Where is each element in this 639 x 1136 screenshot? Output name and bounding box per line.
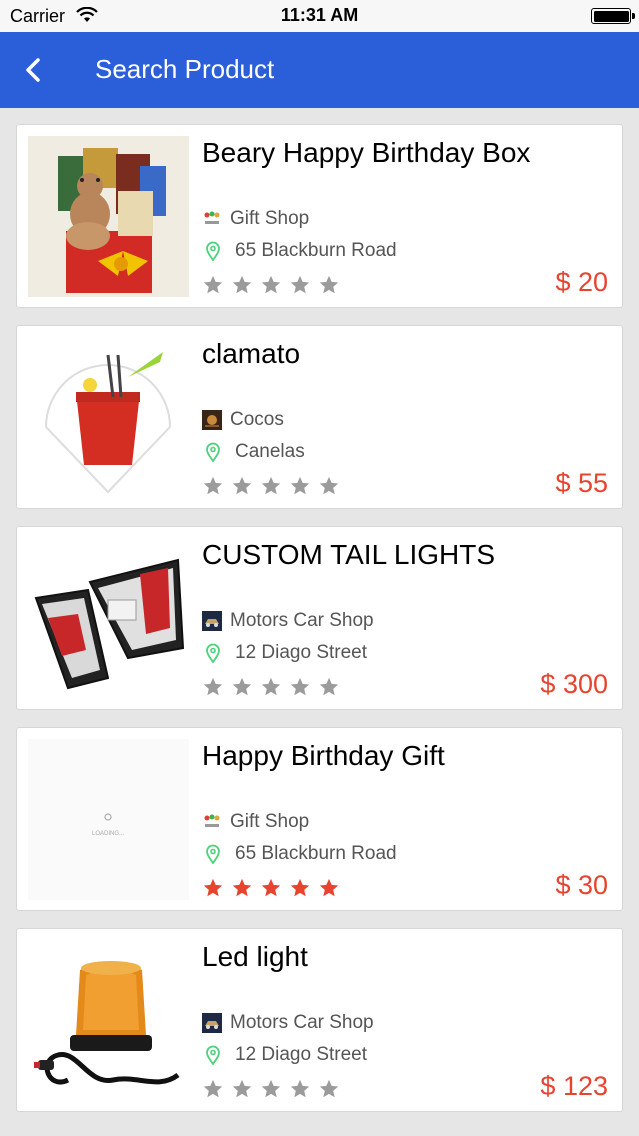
star-icon	[290, 1079, 310, 1098]
product-image: LOADING...	[28, 739, 189, 900]
back-icon[interactable]	[20, 54, 48, 86]
gift-shop-logo-icon	[202, 209, 222, 229]
shop-name: Gift Shop	[230, 208, 310, 229]
product-card[interactable]: Led light Motors Car Shop 12 Diago Stree…	[16, 928, 623, 1112]
gift-shop-logo-icon	[202, 812, 222, 832]
product-name: Led light	[202, 941, 308, 972]
star-icon	[290, 677, 310, 696]
shop-address: 65 Blackburn Road	[235, 240, 397, 261]
star-icon	[232, 1079, 252, 1098]
star-icon	[203, 476, 223, 495]
star-icon	[203, 1079, 223, 1098]
star-icon	[203, 878, 223, 897]
location-pin-icon	[206, 844, 220, 864]
shop-address: Canelas	[235, 441, 305, 462]
shop-row: Motors Car Shop	[202, 610, 374, 632]
address-row: 12 Diago Street	[202, 1044, 367, 1066]
rating-stars	[202, 676, 347, 698]
star-icon	[319, 677, 339, 696]
star-icon	[232, 878, 252, 897]
star-icon	[203, 275, 223, 294]
product-card[interactable]: clamato Cocos Canelas $ 55	[16, 325, 623, 509]
location-pin-icon	[206, 241, 220, 261]
product-card[interactable]: Beary Happy Birthday Box Gift Shop 65 Bl…	[16, 124, 623, 308]
shop-name: Motors Car Shop	[230, 1012, 374, 1033]
shop-address: 12 Diago Street	[235, 1044, 368, 1065]
product-image	[28, 538, 189, 699]
location-pin-icon	[206, 442, 220, 462]
address-row: 65 Blackburn Road	[202, 843, 397, 865]
cocos-shop-logo-icon	[202, 410, 222, 430]
shop-name: Gift Shop	[230, 811, 310, 832]
star-icon	[290, 476, 310, 495]
rating-stars	[202, 1078, 347, 1100]
star-icon	[261, 275, 281, 294]
product-image	[28, 337, 189, 498]
product-price: $ 30	[555, 870, 608, 900]
product-image	[28, 136, 189, 297]
product-price: $ 123	[540, 1071, 608, 1101]
shop-row: Gift Shop	[202, 208, 309, 230]
address-row: Canelas	[202, 441, 305, 463]
product-price: $ 20	[555, 267, 608, 297]
motors-shop-logo-icon	[202, 611, 222, 631]
star-icon	[232, 476, 252, 495]
status-time: 11:31 AM	[280, 5, 359, 25]
star-icon	[319, 878, 339, 897]
product-name: Beary Happy Birthday Box	[202, 137, 531, 168]
loading-text: LOADING...	[92, 831, 124, 837]
product-image	[28, 940, 189, 1101]
product-price: $ 300	[540, 669, 608, 699]
product-name: Happy Birthday Gift	[202, 740, 445, 771]
shop-name: Cocos	[230, 409, 284, 430]
star-icon	[319, 1079, 339, 1098]
star-icon	[261, 476, 281, 495]
motors-shop-logo-icon	[202, 1013, 222, 1033]
page-title: Search Product	[95, 54, 275, 84]
shop-address: 12 Diago Street	[235, 642, 368, 663]
product-card[interactable]: CUSTOM TAIL LIGHTS Motors Car Shop 12 Di…	[16, 526, 623, 710]
address-row: 65 Blackburn Road	[202, 240, 397, 262]
star-icon	[319, 476, 339, 495]
location-pin-icon	[206, 643, 220, 663]
star-icon	[261, 677, 281, 696]
battery-tip	[632, 13, 635, 19]
product-name: clamato	[202, 338, 301, 369]
star-icon	[232, 275, 252, 294]
nav-bar: Search Product	[0, 32, 639, 108]
rating-stars	[202, 475, 347, 497]
location-pin-icon	[206, 1045, 220, 1065]
product-card[interactable]: LOADING... Happy Birthday Gift Gift Shop…	[16, 727, 623, 911]
star-icon	[290, 878, 310, 897]
shop-name: Motors Car Shop	[230, 610, 374, 631]
status-bar: Carrier 11:31 AM	[0, 0, 639, 32]
shop-row: Cocos	[202, 409, 284, 431]
star-icon	[319, 275, 339, 294]
star-icon	[232, 677, 252, 696]
product-name: CUSTOM TAIL LIGHTS	[202, 539, 496, 570]
star-icon	[261, 878, 281, 897]
address-row: 12 Diago Street	[202, 642, 367, 664]
star-icon	[261, 1079, 281, 1098]
rating-stars	[202, 274, 347, 296]
shop-address: 65 Blackburn Road	[235, 843, 397, 864]
shop-row: Gift Shop	[202, 811, 309, 833]
star-icon	[203, 677, 223, 696]
rating-stars	[202, 877, 347, 899]
product-list: Beary Happy Birthday Box Gift Shop 65 Bl…	[16, 124, 623, 1129]
star-icon	[290, 275, 310, 294]
product-price: $ 55	[555, 468, 608, 498]
shop-row: Motors Car Shop	[202, 1012, 374, 1034]
battery-icon	[591, 8, 631, 24]
